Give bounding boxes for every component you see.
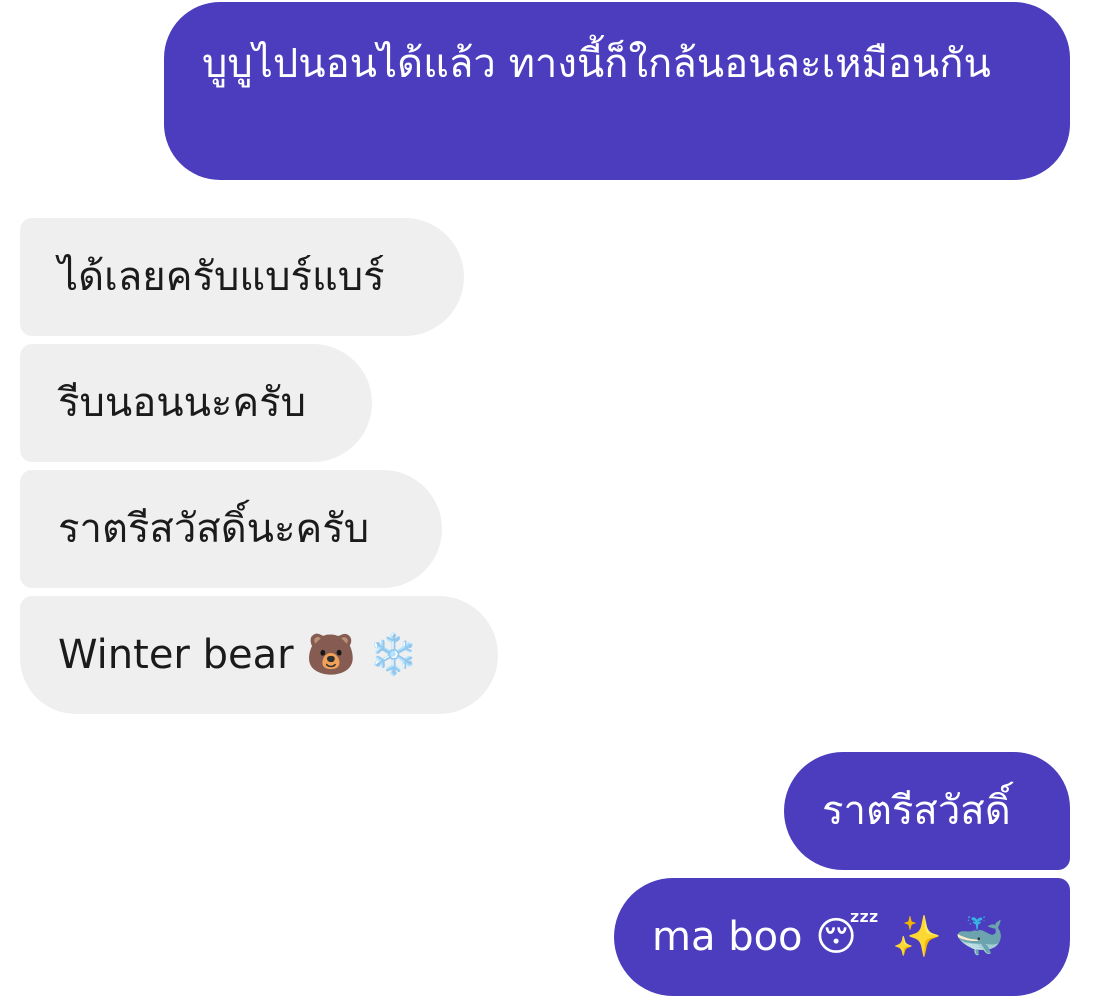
message-text: ราตรีสวัสดิ์	[822, 788, 1011, 834]
message-text: บูบูไปนอนได้แล้ว ทางนี้ก็ใกล้นอนละเหมือน…	[202, 41, 991, 87]
message-text: Winter bear 🐻 ❄️	[58, 632, 419, 678]
received-message-bubble[interactable]: ได้เลยครับแบร์แบร์	[20, 218, 464, 336]
sent-message-bubble[interactable]: ราตรีสวัสดิ์	[784, 752, 1070, 870]
received-message-bubble[interactable]: ราตรีสวัสดิ์นะครับ	[20, 470, 442, 588]
message-text: รีบนอนนะครับ	[58, 380, 307, 426]
received-message-bubble[interactable]: รีบนอนนะครับ	[20, 344, 372, 462]
message-text: ma boo 😴 ✨ 🐳	[652, 914, 1005, 960]
chat-screen: { "conversation": { "messages": [ { "sen…	[0, 0, 1094, 1008]
message-text: ราตรีสวัสดิ์นะครับ	[58, 506, 370, 552]
received-message-bubble[interactable]: Winter bear 🐻 ❄️	[20, 596, 498, 714]
message-text: ได้เลยครับแบร์แบร์	[58, 254, 385, 300]
sent-message-bubble[interactable]: ma boo 😴 ✨ 🐳	[614, 878, 1070, 996]
sent-message-bubble[interactable]: บูบูไปนอนได้แล้ว ทางนี้ก็ใกล้นอนละเหมือน…	[164, 2, 1070, 180]
